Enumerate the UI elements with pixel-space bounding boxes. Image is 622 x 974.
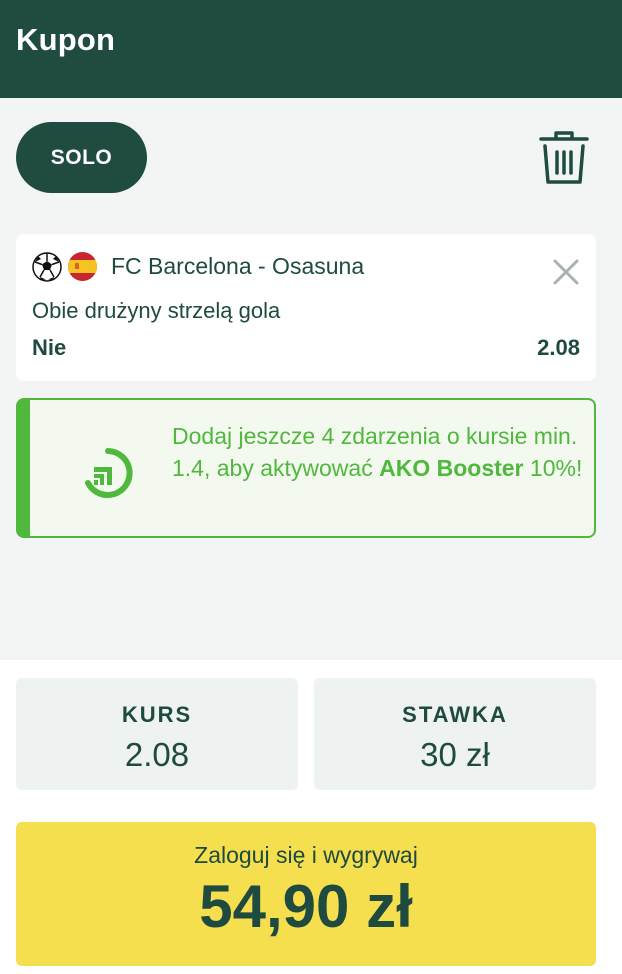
- total-odds-box: KURS 2.08: [16, 678, 298, 790]
- stake-box[interactable]: STAWKA 30 zł: [314, 678, 596, 790]
- spain-flag-icon: [68, 252, 97, 281]
- bet-card: FC Barcelona - Osasuna Obie drużyny strz…: [16, 234, 596, 381]
- total-odds-value: 2.08: [124, 736, 190, 773]
- match-name: FC Barcelona - Osasuna: [111, 253, 365, 279]
- soccer-ball-icon: [32, 252, 62, 282]
- total-odds-label: KURS: [121, 702, 193, 727]
- stake-label: STAWKA: [402, 702, 508, 727]
- stake-value[interactable]: 30 zł: [314, 736, 596, 774]
- solo-mode-button[interactable]: SOLO: [16, 122, 147, 193]
- selection-odd: 2.08: [537, 335, 580, 360]
- login-cta-label: Zaloguj się i wygrywaj: [194, 842, 418, 868]
- market-name: Obie drużyny strzelą gola: [32, 298, 281, 323]
- login-and-win-button[interactable]: Zaloguj się i wygrywaj 54,90 zł: [16, 822, 596, 966]
- booster-message: Dodaj jeszcze 4 zdarzenia o kursie min. …: [172, 423, 583, 481]
- page-title: Kupon: [16, 22, 116, 57]
- trash-icon[interactable]: [538, 130, 590, 186]
- booster-icon: [85, 448, 133, 498]
- close-icon[interactable]: [550, 256, 582, 288]
- potential-win-amount: 54,90 zł: [199, 873, 413, 940]
- booster-banner: Dodaj jeszcze 4 zdarzenia o kursie min. …: [16, 398, 596, 538]
- selection-name: Nie: [32, 335, 67, 360]
- header: Kupon: [0, 0, 622, 98]
- bet-summary-panel: KURS 2.08 STAWKA 30 zł Zaloguj się i wyg…: [0, 660, 622, 974]
